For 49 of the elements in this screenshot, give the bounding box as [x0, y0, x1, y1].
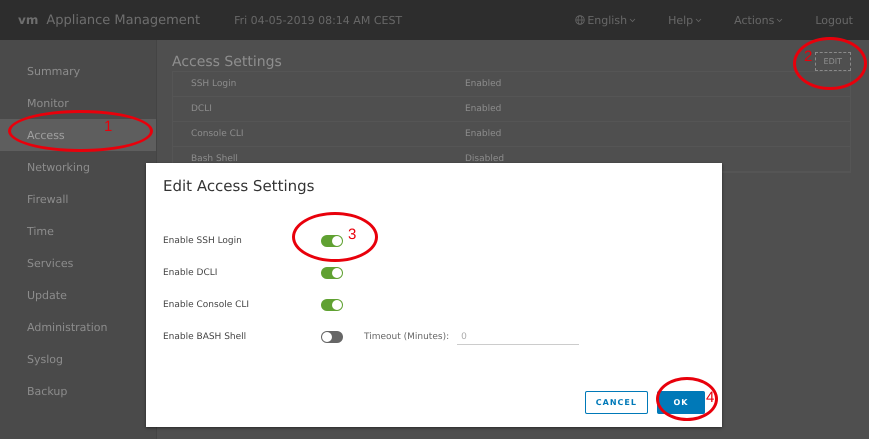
sidebar-item[interactable]: Services [0, 247, 156, 279]
caret-icon [776, 18, 784, 22]
cancel-button[interactable]: CANCEL [584, 391, 648, 414]
setting-name: Bash Shell [191, 154, 239, 164]
sidebar-item[interactable]: Summary [0, 55, 156, 87]
sidebar-item[interactable]: Backup [0, 375, 156, 407]
ok-button[interactable]: OK [657, 391, 705, 414]
header-menu[interactable]: English [559, 14, 652, 26]
sidebar-item[interactable]: Monitor [0, 87, 156, 119]
caret-icon [695, 18, 702, 22]
annotation-number: 2 [804, 48, 812, 65]
setting-label: Enable Console CLI [163, 300, 250, 310]
sidebar-item[interactable]: Time [0, 215, 156, 247]
caret-icon [629, 18, 636, 22]
setting-label: Enable DCLI [163, 268, 218, 278]
logout-link[interactable]: Logout [799, 14, 869, 26]
setting-label: Enable SSH Login [163, 236, 243, 246]
sidebar-item[interactable]: Networking [0, 151, 156, 183]
dialog-title: Edit Access Settings [163, 177, 316, 195]
setting-value: Enabled [465, 129, 502, 139]
annotation-number: 4 [706, 389, 714, 406]
setting-value: Enabled [465, 79, 502, 89]
date-time: Fri 04-05-2019 08:14 AM CEST [234, 14, 402, 26]
header-menu[interactable]: Actions [718, 14, 800, 26]
section-title: Access Settings [172, 54, 282, 70]
app-title: Appliance Management [46, 12, 200, 28]
sidebar-item[interactable]: Administration [0, 311, 156, 343]
toggle-switch[interactable] [321, 299, 343, 311]
setting-name: DCLI [191, 104, 213, 114]
annotation-number: 3 [348, 226, 356, 243]
toggle-switch[interactable] [321, 331, 343, 343]
setting-name: Console CLI [191, 129, 245, 139]
sidebar-item[interactable]: Firewall [0, 183, 156, 215]
timeout-field[interactable]: 0 [457, 330, 580, 344]
annotation-number: 1 [104, 118, 112, 135]
toggle-switch[interactable] [321, 267, 343, 279]
timeout-label: Timeout (Minutes): [364, 332, 450, 342]
toggle-switch[interactable] [321, 235, 343, 247]
setting-label: Enable BASH Shell [163, 332, 248, 342]
sidebar-item[interactable]: Syslog [0, 343, 156, 375]
edit-button[interactable]: EDIT [814, 52, 851, 71]
logo: vm [18, 13, 38, 27]
header-menu[interactable]: Help [652, 14, 718, 26]
globe-icon [575, 15, 586, 25]
setting-value: Disabled [465, 154, 506, 164]
annotation-ellipse [656, 377, 718, 421]
setting-name: SSH Login [191, 79, 238, 89]
setting-value: Enabled [465, 104, 502, 114]
sidebar-item[interactable]: Update [0, 279, 156, 311]
